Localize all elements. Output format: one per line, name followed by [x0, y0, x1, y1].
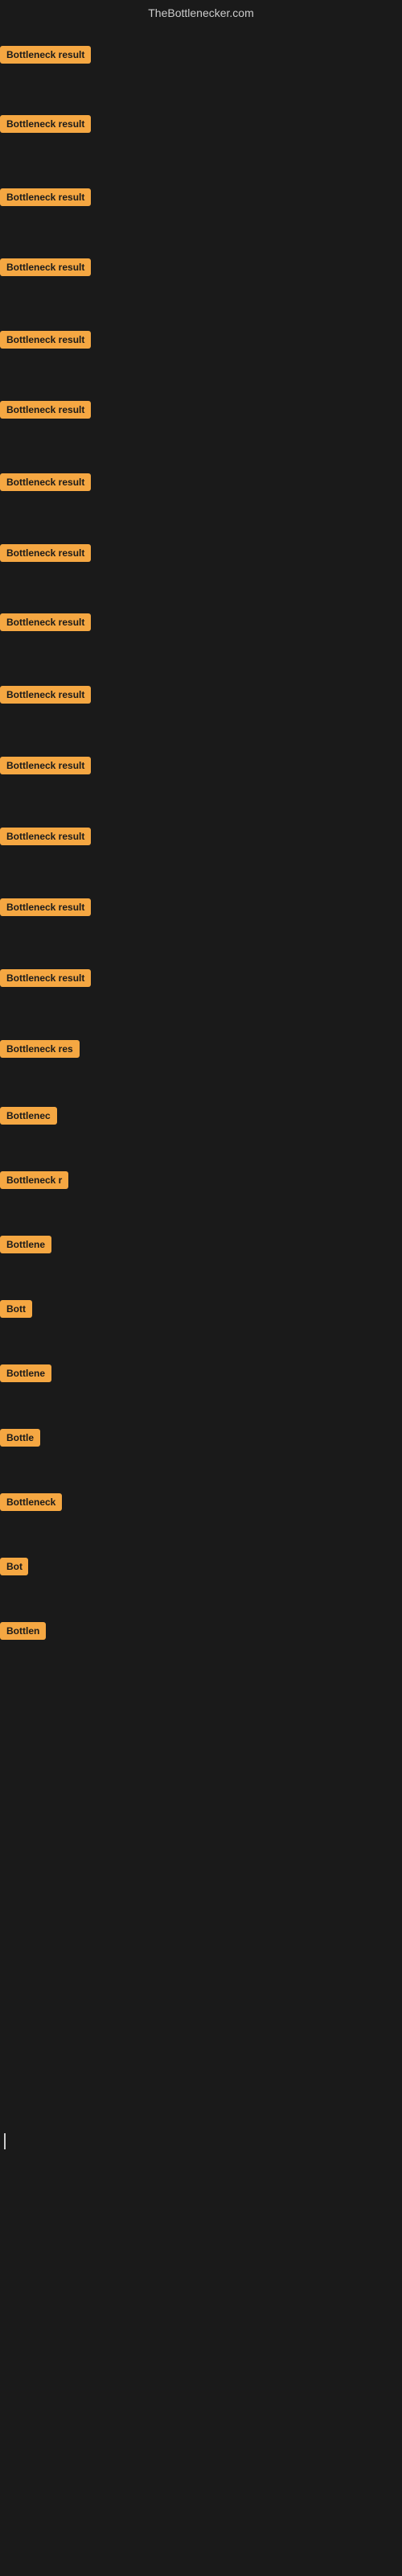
- badge-container-12: Bottleneck result: [0, 828, 91, 849]
- bottleneck-badge-23[interactable]: Bot: [0, 1558, 28, 1575]
- bottleneck-badge-1[interactable]: Bottleneck result: [0, 46, 91, 64]
- badge-container-6: Bottleneck result: [0, 401, 91, 423]
- badge-container-20: Bottlene: [0, 1364, 51, 1386]
- bottleneck-badge-16[interactable]: Bottlenec: [0, 1107, 57, 1125]
- bottleneck-badge-15[interactable]: Bottleneck res: [0, 1040, 80, 1058]
- cursor-line: [4, 2133, 6, 2149]
- badge-container-9: Bottleneck result: [0, 613, 91, 635]
- bottleneck-badge-9[interactable]: Bottleneck result: [0, 613, 91, 631]
- badge-container-17: Bottleneck r: [0, 1171, 68, 1193]
- bottleneck-badge-6[interactable]: Bottleneck result: [0, 401, 91, 419]
- badge-container-16: Bottlenec: [0, 1107, 57, 1129]
- bottleneck-badge-8[interactable]: Bottleneck result: [0, 544, 91, 562]
- badge-container-5: Bottleneck result: [0, 331, 91, 353]
- badge-container-23: Bot: [0, 1558, 28, 1579]
- badge-container-1: Bottleneck result: [0, 46, 91, 68]
- badge-container-18: Bottlene: [0, 1236, 51, 1257]
- bottleneck-badge-21[interactable]: Bottle: [0, 1429, 40, 1447]
- bottleneck-badge-4[interactable]: Bottleneck result: [0, 258, 91, 276]
- bottleneck-badge-7[interactable]: Bottleneck result: [0, 473, 91, 491]
- bottleneck-badge-2[interactable]: Bottleneck result: [0, 115, 91, 133]
- badge-container-14: Bottleneck result: [0, 969, 91, 991]
- badge-container-13: Bottleneck result: [0, 898, 91, 920]
- badge-container-21: Bottle: [0, 1429, 40, 1451]
- bottleneck-badge-18[interactable]: Bottlene: [0, 1236, 51, 1253]
- badge-container-22: Bottleneck: [0, 1493, 62, 1515]
- bottleneck-badge-10[interactable]: Bottleneck result: [0, 686, 91, 704]
- badge-container-4: Bottleneck result: [0, 258, 91, 280]
- bottleneck-badge-20[interactable]: Bottlene: [0, 1364, 51, 1382]
- bottleneck-badge-3[interactable]: Bottleneck result: [0, 188, 91, 206]
- badge-container-7: Bottleneck result: [0, 473, 91, 495]
- badge-container-2: Bottleneck result: [0, 115, 91, 137]
- bottleneck-badge-12[interactable]: Bottleneck result: [0, 828, 91, 845]
- badge-container-15: Bottleneck res: [0, 1040, 80, 1062]
- site-title: TheBottlenecker.com: [0, 0, 402, 26]
- badge-container-3: Bottleneck result: [0, 188, 91, 210]
- bottleneck-badge-5[interactable]: Bottleneck result: [0, 331, 91, 349]
- bottleneck-badge-17[interactable]: Bottleneck r: [0, 1171, 68, 1189]
- bottleneck-badge-14[interactable]: Bottleneck result: [0, 969, 91, 987]
- badge-container-19: Bott: [0, 1300, 32, 1322]
- badge-container-24: Bottlen: [0, 1622, 46, 1644]
- bottleneck-badge-22[interactable]: Bottleneck: [0, 1493, 62, 1511]
- bottleneck-badge-11[interactable]: Bottleneck result: [0, 757, 91, 774]
- bottleneck-badge-19[interactable]: Bott: [0, 1300, 32, 1318]
- badge-container-8: Bottleneck result: [0, 544, 91, 566]
- badge-container-11: Bottleneck result: [0, 757, 91, 778]
- bottleneck-badge-24[interactable]: Bottlen: [0, 1622, 46, 1640]
- badge-container-10: Bottleneck result: [0, 686, 91, 708]
- bottleneck-badge-13[interactable]: Bottleneck result: [0, 898, 91, 916]
